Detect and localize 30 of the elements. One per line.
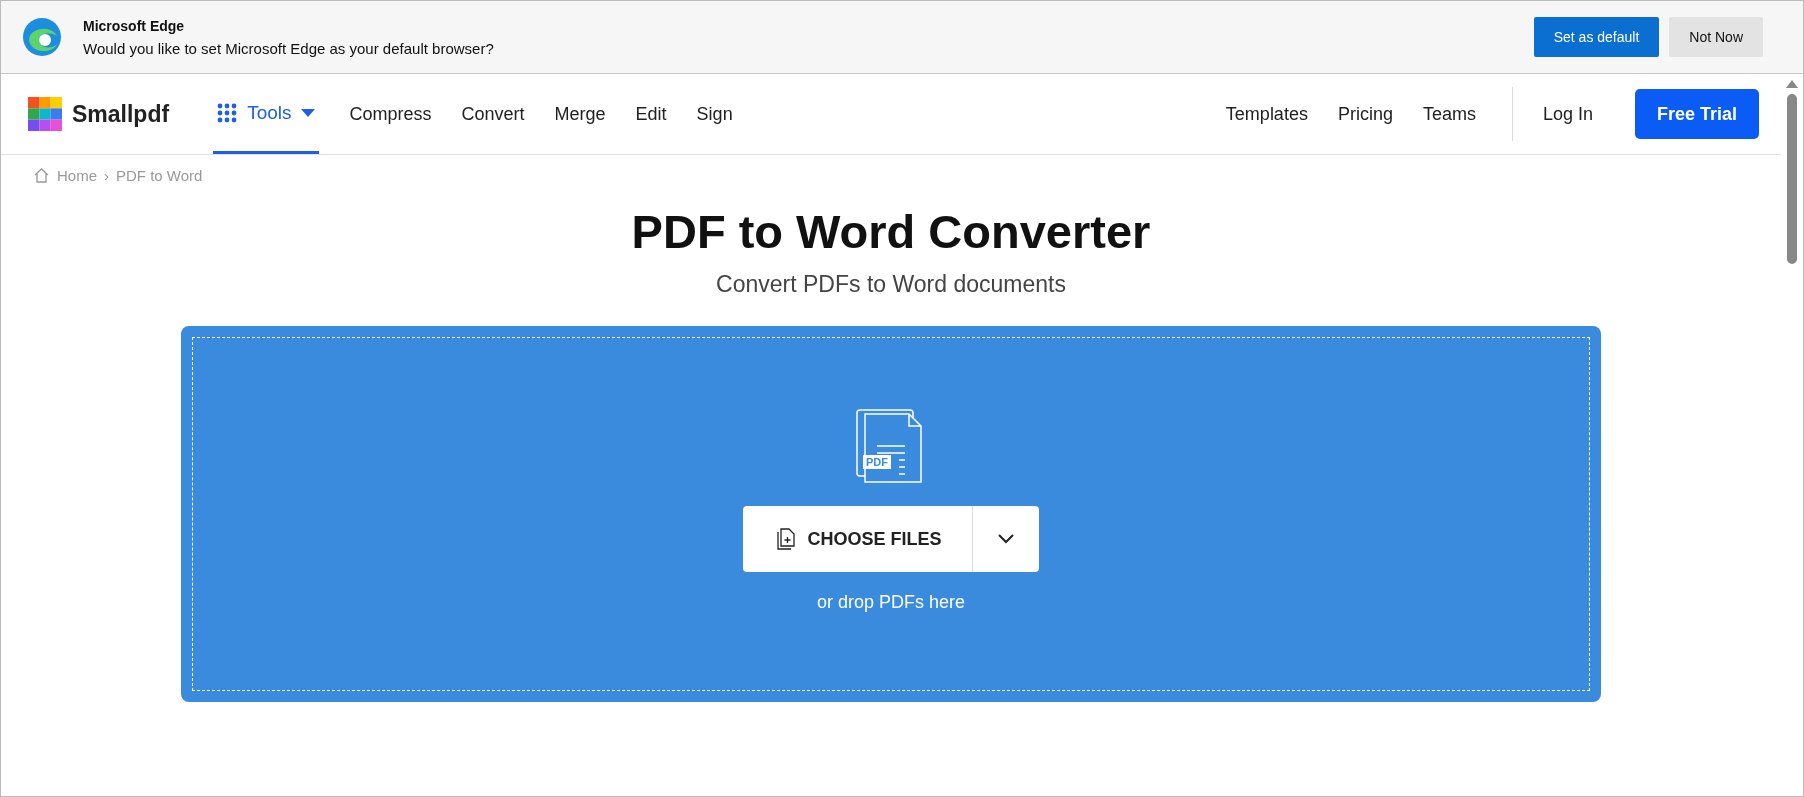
add-file-icon bbox=[777, 528, 796, 550]
file-drop-zone[interactable]: PDF CHOOSE FILES or drop PDFs here bbox=[181, 326, 1601, 702]
nav-link[interactable]: Convert bbox=[461, 103, 525, 125]
tools-menu-tab[interactable]: Tools bbox=[213, 74, 320, 154]
scroll-up-icon[interactable] bbox=[1786, 80, 1798, 88]
home-icon bbox=[33, 167, 50, 184]
caret-icon bbox=[301, 108, 316, 117]
login-link[interactable]: Log In bbox=[1542, 103, 1593, 125]
drop-hint: or drop PDFs here bbox=[816, 592, 966, 613]
nav-link[interactable]: Pricing bbox=[1337, 103, 1393, 125]
grid-icon bbox=[217, 102, 238, 123]
banner-message: Would you like to set Microsoft Edge as your default browser? bbox=[83, 39, 495, 57]
set-default-button[interactable]: Set as default bbox=[1533, 17, 1660, 57]
nav-link[interactable]: Teams bbox=[1422, 103, 1476, 125]
page-title: PDF to Word Converter bbox=[631, 204, 1151, 259]
brand-name[interactable]: Smallpdf bbox=[72, 100, 170, 128]
chevron-down-icon bbox=[997, 534, 1014, 544]
breadcrumb-separator: › bbox=[104, 167, 109, 184]
free-trial-button[interactable]: Free Trial bbox=[1635, 89, 1759, 139]
brand-logo-icon bbox=[28, 97, 62, 131]
banner-title: Microsoft Edge bbox=[83, 17, 186, 34]
dismiss-button[interactable]: Not Now bbox=[1669, 17, 1763, 57]
browser-logo-icon bbox=[21, 16, 63, 58]
page-subtitle: Convert PDFs to Word documents bbox=[716, 271, 1066, 298]
nav-link[interactable]: Merge bbox=[554, 103, 606, 125]
nav-link[interactable]: Templates bbox=[1225, 103, 1308, 125]
scrollbar-thumb[interactable] bbox=[1787, 94, 1797, 264]
nav-link[interactable]: Compress bbox=[349, 103, 432, 125]
nav-link[interactable]: Sign bbox=[696, 103, 733, 125]
nav-link[interactable]: Edit bbox=[635, 103, 667, 125]
